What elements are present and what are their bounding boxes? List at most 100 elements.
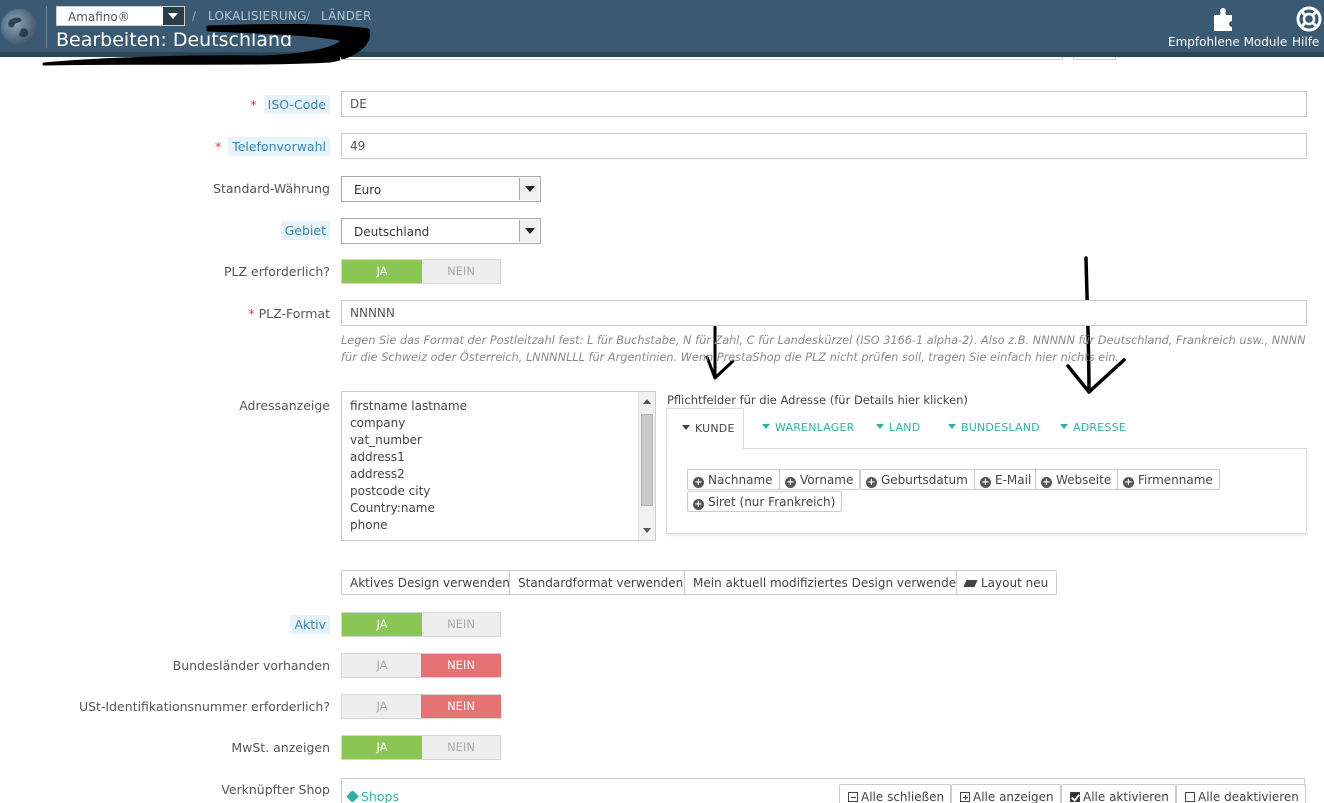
zone-select-value: Deutschland — [354, 225, 430, 239]
address-layout-label: Adressanzeige — [239, 398, 330, 413]
uncheck-all-button[interactable]: Alle deaktivieren — [1176, 784, 1306, 803]
check-all-button[interactable]: Alle aktivieren — [1061, 784, 1176, 803]
page-title: Bearbeiten: Deutschland — [56, 29, 293, 51]
empty-box-icon — [1185, 792, 1195, 802]
display-tax-label: MwSt. anzeigen — [231, 740, 330, 755]
address-line: phone — [350, 518, 388, 532]
shops-label: Verknüpfter Shop — [221, 782, 330, 797]
zip-required-switch[interactable]: JA NEIN — [341, 259, 501, 284]
vat-required-switch[interactable]: JA NEIN — [341, 694, 501, 719]
zip-required-yes[interactable]: JA — [342, 260, 422, 283]
use-active-design-button[interactable]: Aktives Design verwenden — [341, 570, 519, 595]
shop-selector-value: Amafino® — [68, 10, 130, 24]
field-chip-email[interactable]: + E-Mail — [974, 469, 1039, 490]
field-chip-company[interactable]: + Firmenname — [1117, 469, 1220, 490]
currency-select[interactable]: Euro — [341, 176, 541, 202]
use-default-format-button[interactable]: Standardformat verwenden — [509, 570, 693, 595]
puzzle-icon — [1214, 8, 1232, 31]
address-line: firstname lastname — [350, 399, 467, 413]
field-chip-firstname[interactable]: + Vorname — [779, 469, 861, 490]
required-fields-title[interactable]: Pflichtfelder für die Adresse (für Detai… — [667, 393, 968, 407]
field-chip-website[interactable]: + Webseite — [1035, 469, 1119, 490]
zone-select[interactable]: Deutschland — [341, 218, 541, 244]
plus-circle-icon: + — [693, 499, 704, 510]
field-chip-siret[interactable]: + Siret (nur Frankreich) — [687, 491, 843, 512]
tab-address[interactable]: ADRESSE — [1060, 421, 1126, 434]
required-fields-panel: + Nachname + Vorname + Geburtsdatum + E-Mail… — [666, 448, 1307, 534]
scroll-down-icon[interactable] — [643, 528, 651, 533]
tab-country[interactable]: LAND — [876, 421, 920, 434]
prestashop-logo-icon[interactable] — [1, 9, 37, 45]
help-label: Hilfe — [1292, 35, 1320, 49]
plus-circle-icon: + — [1041, 477, 1052, 488]
active-no[interactable]: NEIN — [421, 613, 501, 636]
hidden-field-edge — [340, 57, 1063, 60]
states-yes[interactable]: JA — [342, 654, 422, 677]
vat-required-yes[interactable]: JA — [342, 695, 422, 718]
shops-tree-link[interactable]: Shops — [346, 789, 399, 803]
plus-circle-icon: + — [980, 477, 991, 488]
phone-prefix-input[interactable]: 49 — [341, 133, 1307, 159]
address-line: address2 — [350, 467, 405, 481]
address-layout-lines: firstname lastname company vat_number ad… — [350, 398, 467, 534]
plus-circle-icon: + — [866, 477, 877, 488]
field-chip-birthday[interactable]: + Geburtsdatum — [860, 469, 975, 490]
checked-box-icon — [1070, 792, 1080, 802]
address-line: company — [350, 416, 406, 430]
states-no[interactable]: NEIN — [421, 654, 501, 677]
expand-all-button[interactable]: Alle anzeigen — [951, 784, 1061, 803]
states-label: Bundesländer vorhanden — [172, 658, 330, 673]
recommended-modules-button[interactable]: Empfohlene Module — [1168, 6, 1287, 49]
active-label: Aktiv — [290, 615, 330, 634]
collapse-all-button[interactable]: Alle schließen — [839, 784, 952, 803]
iso-code-input[interactable]: DE — [341, 91, 1307, 117]
breadcrumb-separator: / — [306, 9, 311, 23]
tab-warehouse[interactable]: WARENLAGER — [762, 421, 854, 434]
display-tax-switch[interactable]: JA NEIN — [341, 735, 501, 760]
chevron-down-icon[interactable] — [519, 220, 539, 242]
field-chip-lastname[interactable]: + Nachname — [687, 469, 780, 490]
plus-circle-icon: + — [1123, 477, 1134, 488]
address-line: vat_number — [350, 433, 422, 447]
tag-icon — [346, 790, 359, 803]
phone-prefix-label: * Telefonvorwahl — [215, 137, 330, 156]
zip-required-no[interactable]: NEIN — [421, 260, 501, 283]
active-yes[interactable]: JA — [342, 613, 422, 636]
recommended-modules-label: Empfohlene Module — [1168, 35, 1288, 49]
chevron-down-icon[interactable] — [519, 178, 539, 200]
zone-label: Gebiet — [280, 221, 330, 240]
plus-circle-icon: + — [785, 477, 796, 488]
display-tax-no[interactable]: NEIN — [421, 736, 501, 759]
textarea-scrollbar[interactable] — [638, 392, 655, 540]
scroll-up-icon[interactable] — [643, 399, 651, 404]
chevron-down-icon[interactable] — [163, 7, 184, 25]
minus-square-icon — [848, 792, 858, 802]
help-button[interactable]: Hilfe — [1292, 6, 1324, 49]
use-modified-design-button[interactable]: Mein aktuell modifiziertes Design verwen… — [684, 570, 973, 595]
tab-customer[interactable]: KUNDE — [666, 408, 744, 450]
display-tax-yes[interactable]: JA — [342, 736, 422, 759]
address-layout-textarea[interactable]: firstname lastname company vat_number ad… — [341, 391, 656, 541]
zip-format-input[interactable]: NNNNN — [341, 300, 1307, 326]
shop-selector[interactable]: Amafino® — [56, 6, 185, 26]
zip-format-label: * PLZ-Format — [248, 306, 330, 321]
currency-label: Standard-Währung — [213, 181, 330, 196]
header-divider — [46, 6, 47, 48]
breadcrumb-localization[interactable]: LOKALISIERUNG — [208, 9, 307, 23]
active-switch[interactable]: JA NEIN — [341, 612, 501, 637]
required-fields-tabs: KUNDE WARENLAGER LAND BUNDESLAND ADRESSE — [666, 408, 1307, 450]
vat-required-no[interactable]: NEIN — [421, 695, 501, 718]
states-switch[interactable]: JA NEIN — [341, 653, 501, 678]
scroll-thumb[interactable] — [641, 414, 653, 506]
marker-annotations — [42, 23, 1126, 394]
address-line: address1 — [350, 450, 405, 464]
reset-layout-button[interactable]: Layout neu — [956, 570, 1058, 595]
hidden-button-edge — [1073, 57, 1116, 60]
vat-required-label: USt-Identifikationsnummer erforderlich? — [78, 699, 330, 714]
plus-circle-icon: + — [693, 477, 704, 488]
tab-state[interactable]: BUNDESLAND — [948, 421, 1040, 434]
zip-required-label: PLZ erforderlich? — [224, 264, 330, 279]
iso-code-label: * ISO-Code — [250, 95, 330, 114]
breadcrumb-countries[interactable]: LÄNDER — [321, 9, 372, 23]
shop-association-tree: Shops Alle schließen Alle anzeigen Alle … — [341, 778, 1306, 803]
